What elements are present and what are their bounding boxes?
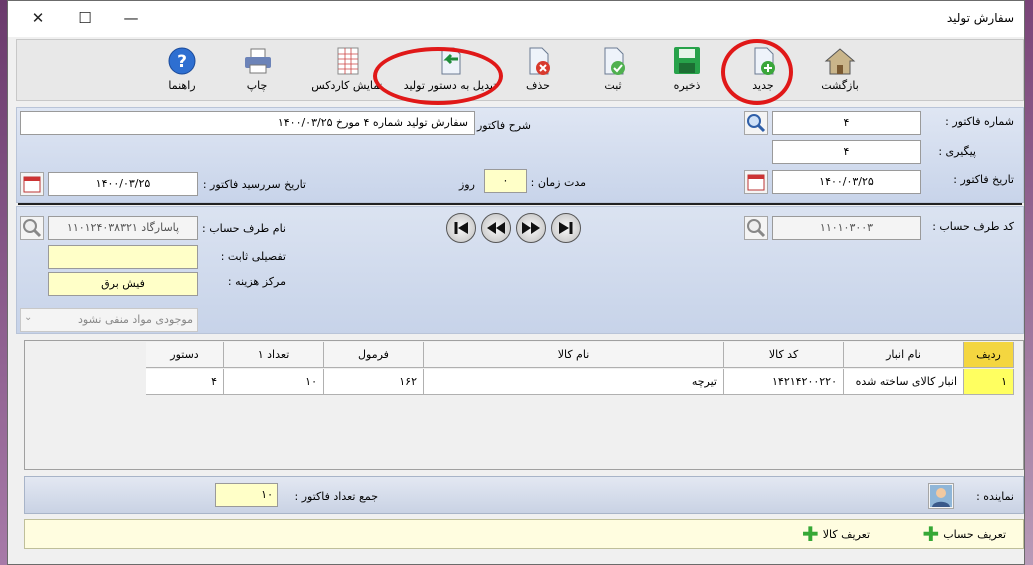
fast-forward-icon — [522, 222, 540, 234]
column-header-formula[interactable]: فرمول — [324, 342, 424, 368]
production-order-window: سفارش تولید ✕ ☐ — بازگشت جدید ذخیره ثبت … — [7, 0, 1025, 565]
floppy-icon — [674, 47, 700, 74]
cost-center-label: مرکز هزینه : — [227, 275, 286, 288]
check-document-icon — [604, 47, 625, 75]
chevron-down-icon: ⌄ — [24, 312, 33, 323]
table-cell-order[interactable]: ۴ — [146, 369, 224, 395]
invoice-number-label: شماره فاکتور : — [945, 115, 1014, 128]
tracking-field[interactable]: ۴ — [772, 140, 921, 164]
duration-field[interactable]: ۰ — [484, 169, 527, 193]
tracking-label: پیگیری : — [938, 145, 976, 158]
due-date-field[interactable]: ۱۴۰۰/۰۳/۲۵ — [48, 172, 198, 196]
define-account-label: تعریف حساب — [943, 527, 1006, 541]
invoice-date-field[interactable]: ۱۴۰۰/۰۳/۲۵ — [772, 170, 921, 194]
next-record-button[interactable] — [516, 213, 546, 243]
spreadsheet-icon — [337, 47, 359, 75]
skip-last-icon — [559, 222, 573, 234]
printer-icon — [245, 48, 271, 74]
invoice-date-label: تاریخ فاکتور : — [953, 173, 1014, 186]
fixed-detail-field[interactable] — [48, 245, 198, 269]
invoice-date-calendar-button[interactable] — [744, 170, 768, 194]
agent-button[interactable] — [928, 483, 954, 509]
svg-text:?: ? — [177, 52, 187, 72]
help-button[interactable]: ? راهنما — [152, 44, 212, 98]
section-divider — [18, 203, 1022, 205]
fixed-detail-label: تفصیلی ثابت : — [220, 250, 286, 263]
table-cell-quantity[interactable]: ۱۰ — [224, 369, 324, 395]
cost-center-field[interactable]: فیش برق — [48, 272, 198, 296]
annotation-circle-convert — [373, 47, 503, 105]
magnifier-icon — [23, 219, 42, 238]
description-field[interactable]: سفارش تولید شماره ۴ مورخ ۱۴۰۰/۰۳/۲۵ — [20, 111, 475, 135]
column-header-item-code[interactable]: کد کالا — [724, 342, 844, 368]
title-bar: سفارش تولید ✕ ☐ — — [8, 1, 1024, 37]
due-date-calendar-button[interactable] — [20, 172, 44, 196]
calendar-icon — [747, 174, 765, 191]
close-button[interactable]: ✕ — [28, 9, 48, 29]
account-name-label: نام طرف حساب : — [202, 222, 286, 235]
column-header-order[interactable]: دستور — [146, 342, 224, 368]
commit-button[interactable]: ثبت — [583, 44, 643, 98]
table-cell-formula[interactable]: ۱۶۲ — [324, 369, 424, 395]
define-item-link[interactable]: ✚ تعریف کالا — [802, 522, 871, 546]
print-button[interactable]: چاپ — [227, 44, 287, 98]
first-record-button[interactable] — [446, 213, 476, 243]
skip-first-icon — [454, 222, 468, 234]
account-name-field[interactable]: پاسارگاد ۱۱۰۱۲۴۰۳۸۳۲۱ — [48, 216, 198, 240]
define-item-label: تعریف کالا — [822, 527, 871, 541]
maximize-button[interactable]: ☐ — [75, 9, 95, 29]
stock-option-dropdown[interactable]: موجودی مواد منفی نشود — [20, 308, 198, 332]
column-header-quantity[interactable]: تعداد ۱ — [224, 342, 324, 368]
agent-label: نماینده : — [976, 490, 1014, 503]
delete-document-icon — [529, 47, 550, 75]
calendar-icon — [23, 176, 41, 193]
user-icon — [930, 485, 952, 507]
invoice-search-button[interactable] — [744, 111, 768, 135]
save-button[interactable]: ذخیره — [657, 44, 717, 98]
column-header-row-number[interactable]: ردیف — [964, 342, 1014, 368]
help-label: راهنما — [168, 79, 196, 92]
previous-record-button[interactable] — [481, 213, 511, 243]
invoice-number-field[interactable]: ۴ — [772, 111, 921, 135]
footer-bar — [24, 519, 1024, 549]
commit-label: ثبت — [604, 79, 622, 92]
duration-label: مدت زمان : — [530, 176, 586, 189]
window-title: سفارش تولید — [946, 11, 1014, 25]
annotation-circle-new — [721, 39, 793, 105]
column-header-warehouse[interactable]: نام انبار — [844, 342, 964, 368]
magnifier-icon — [747, 219, 766, 238]
table-cell-item-code[interactable]: ۱۴۲۱۴۲۰۰۲۲۰ — [724, 369, 844, 395]
rewind-icon — [487, 222, 505, 234]
stock-option-value: موجودی مواد منفی نشود — [78, 313, 193, 326]
define-account-link[interactable]: ✚ تعریف حساب — [922, 522, 1006, 546]
account-code-field[interactable]: ۱۱۰۱۰۳۰۰۳ — [772, 216, 921, 240]
table-cell-row-number[interactable]: ۱ — [964, 369, 1014, 395]
delete-label: حذف — [526, 79, 550, 92]
plus-icon: ✚ — [922, 522, 940, 546]
total-quantity-field: ۱۰ — [215, 483, 278, 507]
print-label: چاپ — [246, 79, 268, 92]
account-code-label: کد طرف حساب : — [932, 220, 1014, 233]
back-label: بازگشت — [821, 79, 859, 92]
account-code-search-button[interactable] — [744, 216, 768, 240]
back-button[interactable]: بازگشت — [810, 44, 870, 98]
toolbar: بازگشت جدید ذخیره ثبت حذف تبدیل به دستور… — [16, 39, 1024, 101]
total-quantity-label: جمع تعداد فاکتور : — [294, 490, 378, 503]
delete-button[interactable]: حذف — [508, 44, 568, 98]
table-cell-warehouse[interactable]: انبار کالای ساخته شده — [844, 369, 964, 395]
home-icon — [824, 48, 856, 75]
last-record-button[interactable] — [551, 213, 581, 243]
plus-icon: ✚ — [802, 522, 819, 546]
due-date-label: تاریخ سررسید فاکتور : — [202, 178, 306, 191]
minimize-button[interactable]: — — [121, 9, 141, 29]
account-name-search-button[interactable] — [20, 216, 44, 240]
duration-unit: روز — [459, 178, 475, 191]
help-icon: ? — [168, 47, 196, 75]
magnifier-icon — [747, 114, 766, 133]
table-cell-item-name[interactable]: تیرچه — [424, 369, 724, 395]
summary-panel — [24, 476, 1024, 514]
description-label: شرح فاکتور : — [469, 119, 531, 132]
save-label: ذخیره — [673, 79, 701, 92]
column-header-item-name[interactable]: نام کالا — [424, 342, 724, 368]
